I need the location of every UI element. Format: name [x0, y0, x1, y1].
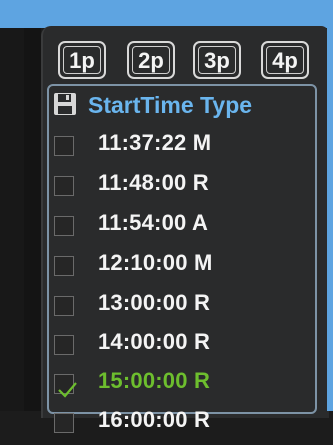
checkbox[interactable] [54, 176, 74, 196]
checkbox[interactable] [54, 256, 74, 276]
tab-3p[interactable]: 3p [193, 41, 241, 79]
tab-label: 3p [198, 46, 236, 74]
list-header-title: StartTime Type [88, 92, 253, 118]
list-item[interactable]: 14:00:00 R [51, 327, 311, 367]
left-sidebar-inner [0, 28, 24, 411]
left-sidebar [0, 28, 41, 411]
list-header: StartTime Type [53, 91, 303, 121]
list-item[interactable]: 13:00:00 R [51, 288, 311, 328]
tab-label: 1p [63, 46, 101, 74]
save-icon[interactable] [53, 92, 77, 116]
list-item[interactable]: 16:00:00 R [51, 405, 311, 445]
list-item-text: 11:37:22 M [98, 130, 212, 155]
checkbox[interactable] [54, 413, 74, 433]
checkbox[interactable] [54, 335, 74, 355]
list-item[interactable]: 11:54:00 A [51, 208, 311, 248]
top-bar [0, 0, 333, 28]
list-item-text: 16:00:00 R [98, 407, 211, 432]
tab-label: 2p [132, 46, 170, 74]
list-item[interactable]: 11:37:22 M [51, 128, 311, 168]
tab-4p[interactable]: 4p [261, 41, 309, 79]
tab-label: 4p [266, 46, 304, 74]
list-item-text: 12:10:00 M [98, 250, 213, 275]
right-edge-strip [327, 28, 333, 411]
list-item[interactable]: 11:48:00 R [51, 168, 311, 208]
checkbox[interactable] [54, 216, 74, 236]
list-item-text: 13:00:00 R [98, 290, 211, 315]
list-item[interactable]: 12:10:00 M [51, 248, 311, 288]
list-item-text: 11:48:00 R [98, 170, 209, 195]
checkmark-icon [58, 382, 77, 398]
checkbox[interactable] [54, 136, 74, 156]
list-item-selected[interactable]: 15:00:00 R [51, 366, 311, 406]
tab-2p[interactable]: 2p [127, 41, 175, 79]
list-item-text: 14:00:00 R [98, 329, 211, 354]
checkbox[interactable] [54, 296, 74, 316]
checkbox-checked[interactable] [54, 374, 77, 398]
tab-1p[interactable]: 1p [58, 41, 106, 79]
list-item-text: 15:00:00 R [98, 368, 211, 393]
list-item-text: 11:54:00 A [98, 210, 209, 235]
